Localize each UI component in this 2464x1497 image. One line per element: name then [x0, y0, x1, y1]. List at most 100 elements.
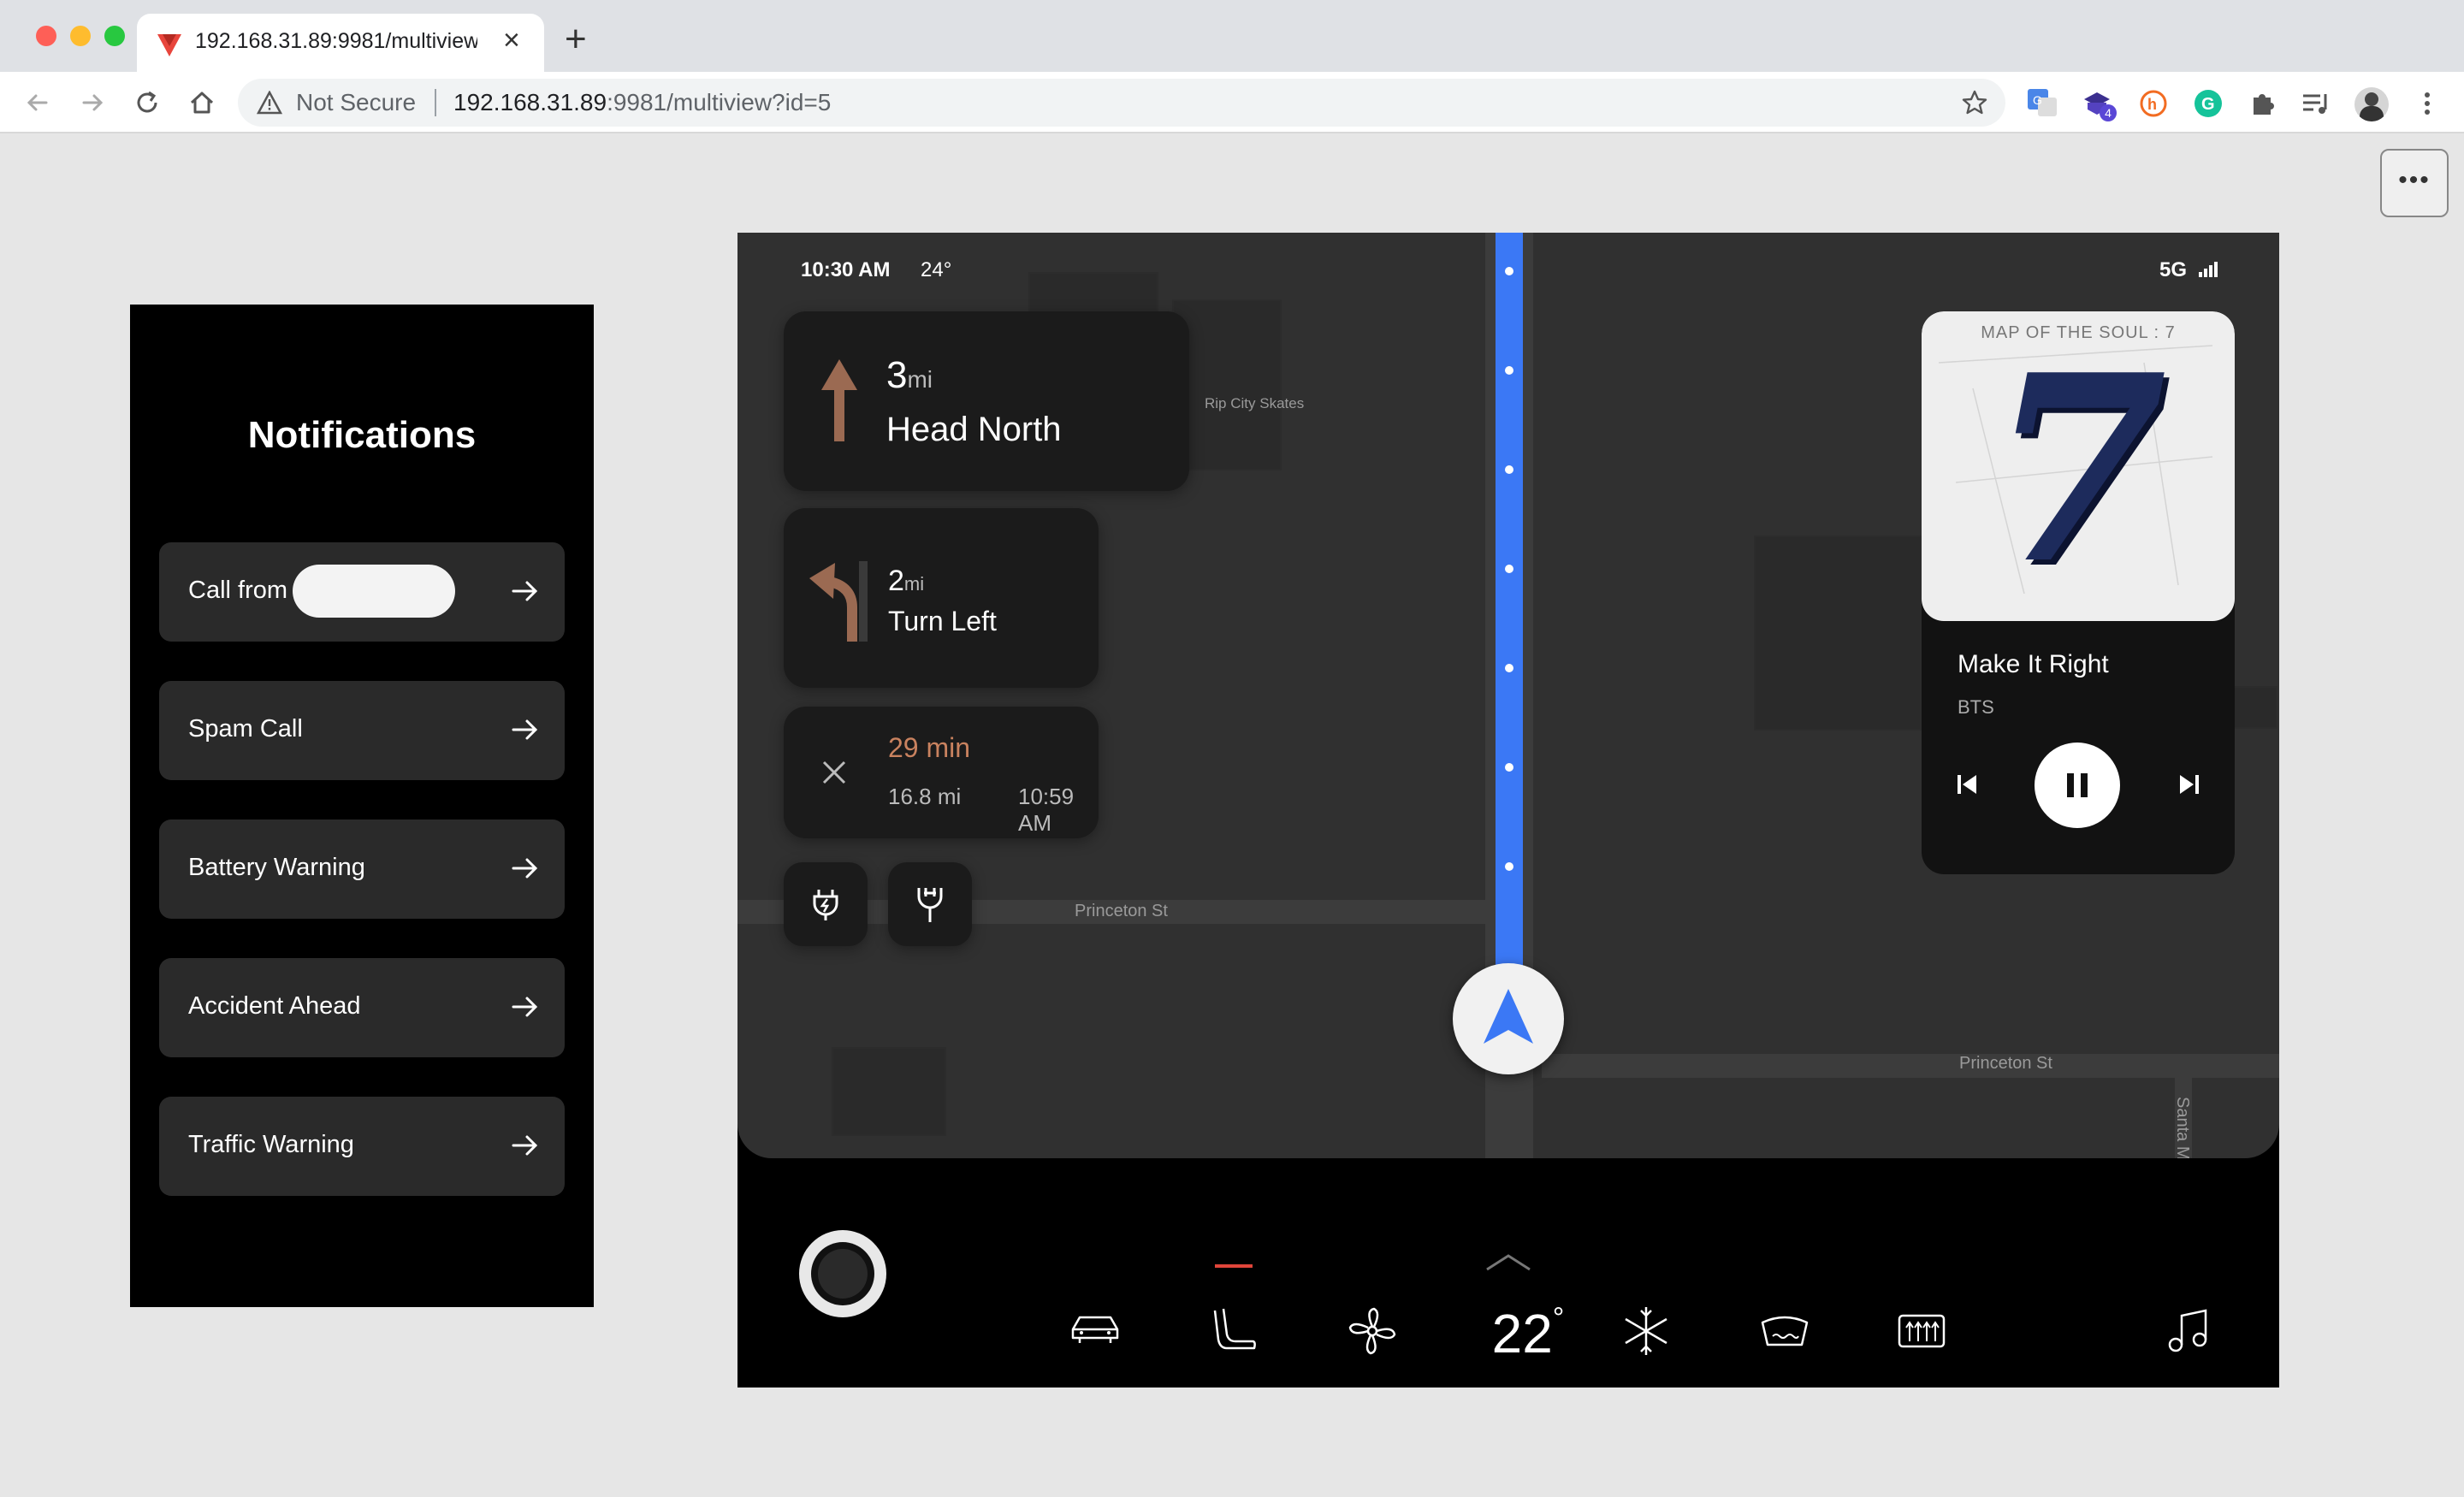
extension-badge: 4 — [2100, 104, 2117, 121]
map-road — [1542, 1054, 2279, 1078]
security-label[interactable]: Not Secure — [296, 89, 416, 116]
notification-accident-ahead[interactable]: Accident Ahead — [159, 958, 565, 1057]
album-art[interactable]: MAP OF THE SOUL : 7 7 — [1922, 311, 2235, 621]
close-window-button[interactable] — [36, 26, 56, 46]
distance-value: 2 — [888, 565, 904, 597]
car-display: Rip City Skates Princeton St Princeton S… — [737, 233, 2279, 1388]
puzzle-extensions-icon[interactable] — [2247, 87, 2279, 120]
charging-stations-button[interactable] — [784, 862, 868, 946]
route-dot — [1505, 763, 1513, 772]
reload-icon[interactable] — [130, 86, 164, 120]
notification-traffic-warning[interactable]: Traffic Warning — [159, 1097, 565, 1196]
notification-label: Spam Call — [188, 715, 303, 743]
temperature-up-icon[interactable] — [1485, 1252, 1531, 1271]
grammarly-extension-icon[interactable]: G — [2192, 87, 2224, 120]
map-view[interactable]: Rip City Skates Princeton St Princeton S… — [737, 233, 2279, 1158]
map-label: Princeton St — [1959, 1054, 2052, 1073]
arrow-right-icon — [512, 997, 538, 1017]
profile-avatar[interactable] — [2354, 87, 2389, 121]
pause-icon — [2067, 773, 2088, 797]
home-icon[interactable] — [185, 86, 219, 120]
map-label: Rip City Skates — [1205, 395, 1305, 411]
notification-call-from[interactable]: Call from — [159, 542, 565, 642]
notifications-panel: Notifications Call from Spam Call Batter… — [130, 305, 594, 1307]
status-temperature: 24° — [921, 258, 952, 281]
bookmark-star-icon[interactable] — [1961, 89, 1988, 116]
ev-plug-icon — [813, 890, 838, 920]
map-building — [1754, 535, 1922, 731]
warning-icon[interactable] — [257, 91, 282, 115]
notification-label: Battery Warning — [188, 854, 365, 881]
forward-icon[interactable] — [75, 86, 110, 120]
fork-icon — [917, 888, 943, 922]
eta-arrival-time: 10:59 AM — [1018, 784, 1075, 836]
route-dot — [1505, 465, 1513, 474]
route-dot — [1505, 366, 1513, 375]
caller-name-pill — [293, 565, 455, 618]
omnibox-divider — [435, 89, 436, 116]
next-track-icon[interactable] — [2178, 773, 2200, 796]
climate-control-bar: 22° — [737, 1158, 2279, 1388]
tab-close-icon[interactable]: × — [503, 26, 520, 55]
map-label: Princeton St — [1075, 902, 1168, 920]
notification-battery-warning[interactable]: Battery Warning — [159, 820, 565, 919]
arrow-right-icon — [512, 858, 538, 879]
current-location-marker[interactable] — [1453, 963, 1564, 1074]
translate-extension-icon[interactable]: G — [2026, 87, 2058, 120]
notifications-title: Notifications — [247, 414, 477, 456]
album-numeral: 7 — [1988, 318, 2168, 620]
maximize-window-button[interactable] — [104, 26, 125, 46]
notification-spam-call[interactable]: Spam Call — [159, 681, 565, 780]
temperature-value: 22 — [1491, 1303, 1553, 1364]
ac-snowflake-icon[interactable] — [1619, 1304, 1673, 1358]
route-dot — [1505, 267, 1513, 275]
route-dot — [1505, 862, 1513, 871]
route-dot — [1505, 565, 1513, 573]
heated-seat-icon[interactable] — [1208, 1304, 1263, 1358]
browser-tab-strip: 192.168.31.89:9981/multiview?id=5 × + — [0, 0, 2464, 72]
pause-button[interactable] — [2035, 743, 2120, 828]
back-icon[interactable] — [21, 86, 55, 120]
tabs-extension-icon[interactable]: 4 — [2081, 87, 2117, 121]
song-title: Make It Right — [1958, 650, 2109, 678]
arrow-right-icon — [512, 581, 538, 601]
svg-text:h: h — [2147, 96, 2157, 113]
signal-strength-icon — [2199, 262, 2218, 277]
restaurants-button[interactable] — [888, 862, 972, 946]
arrow-right-icon — [512, 1135, 538, 1156]
notification-label: Traffic Warning — [188, 1131, 354, 1158]
temperature-degree: ° — [1552, 1302, 1565, 1334]
browser-tab[interactable]: 192.168.31.89:9981/multiview?id=5 × — [137, 14, 544, 72]
url-host: 192.168.31.89 — [453, 89, 607, 115]
url-text[interactable]: 192.168.31.89:9981/multiview?id=5 — [453, 89, 831, 116]
fan-icon[interactable] — [1345, 1304, 1400, 1358]
seat-heat-indicator — [1215, 1264, 1253, 1268]
site-favicon-icon — [157, 34, 181, 56]
new-tab-button[interactable]: + — [565, 21, 587, 58]
url-path: :9981/multiview?id=5 — [607, 89, 832, 115]
end-route-close-icon[interactable] — [821, 760, 847, 785]
status-network: 5G — [2159, 258, 2188, 281]
honey-extension-icon[interactable]: h — [2137, 87, 2170, 120]
next-turn-card[interactable]: 3mi Head North — [784, 311, 1189, 491]
rear-defrost-icon[interactable] — [1894, 1304, 1949, 1358]
address-bar[interactable]: Not Secure 192.168.31.89:9981/multiview?… — [238, 79, 2005, 127]
browser-menu-icon[interactable] — [2411, 87, 2443, 120]
front-defrost-icon[interactable] — [1757, 1304, 1812, 1358]
location-arrow-icon — [1484, 989, 1533, 1044]
arrow-right-icon — [512, 719, 538, 740]
previous-track-icon[interactable] — [1956, 773, 1978, 796]
cabin-temperature: 22° — [1477, 1302, 1579, 1365]
more-options-button[interactable]: ••• — [2380, 149, 2449, 217]
browser-toolbar: Not Secure 192.168.31.89:9981/multiview?… — [0, 72, 2464, 133]
notification-label: Call from — [188, 577, 288, 604]
home-button[interactable] — [799, 1230, 886, 1317]
next-turn-instruction: Head North — [886, 411, 1062, 448]
distance-unit: mi — [907, 366, 933, 393]
media-control-icon[interactable] — [2300, 87, 2332, 120]
eta-distance: 16.8 mi — [888, 784, 962, 809]
minimize-window-button[interactable] — [70, 26, 91, 46]
following-turn-card[interactable]: 2mi Turn Left — [784, 508, 1099, 688]
car-icon[interactable] — [1068, 1304, 1122, 1358]
music-note-icon[interactable] — [2161, 1304, 2216, 1358]
